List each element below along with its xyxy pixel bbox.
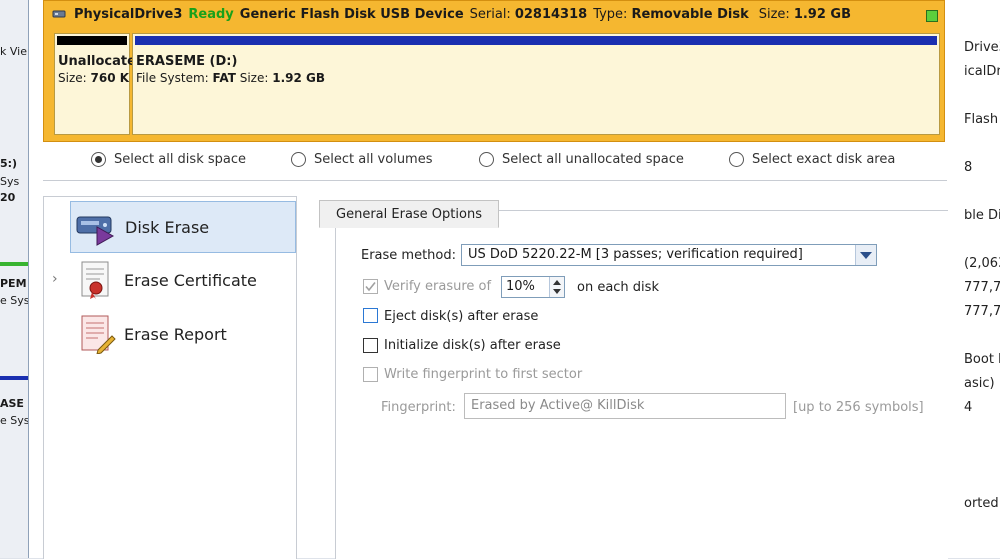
fingerprint-hint: [up to 256 symbols] [793, 400, 924, 415]
bg-text: asic) [964, 376, 995, 391]
bg-text: orted [964, 496, 999, 511]
bg-text: icalDr [964, 64, 1000, 79]
eject-label: Eject disk(s) after erase [384, 309, 539, 324]
drive-header: PhysicalDrive3 Ready Generic Flash Disk US… [74, 7, 857, 27]
divider [43, 180, 947, 181]
volume-bar [57, 36, 127, 45]
verify-checkbox[interactable] [363, 279, 378, 294]
radio-circle [729, 152, 744, 167]
bg-bar [0, 262, 28, 266]
bg-text: Boot R [964, 352, 1000, 367]
nav-label: Erase Certificate [124, 270, 257, 290]
bg-text: 777,72 [964, 304, 1000, 319]
status-led-icon [926, 10, 938, 22]
type-value: Removable Disk [631, 7, 749, 22]
nav-item-erase-certificate[interactable]: Erase Certificate [70, 255, 294, 305]
bg-text: 8 [964, 160, 973, 175]
volume-eraseme[interactable]: ERASEME (D:) File System: FAT Size: 1.92… [132, 33, 940, 135]
bg-text: ASE [0, 397, 24, 410]
bg-text: (2,063 [964, 256, 1000, 271]
radio-circle [479, 152, 494, 167]
bg-text: Sys [0, 175, 20, 188]
bg-text: ble Di [964, 208, 1000, 223]
drive-model: Generic Flash Disk USB Device [239, 7, 464, 22]
write-fingerprint-checkbox[interactable] [363, 367, 378, 382]
erase-method-value: US DoD 5220.22-M [3 passes; verification… [468, 247, 803, 262]
type-label: Type: [593, 7, 628, 22]
radio-circle [91, 152, 106, 167]
report-icon [74, 314, 118, 355]
bg-text: 777,72 [964, 280, 1000, 295]
bg-text: k Vie [0, 45, 27, 58]
fingerprint-label: Fingerprint: [381, 400, 456, 415]
fingerprint-value: Erased by Active@ KillDisk [471, 398, 645, 413]
bg-text: 4 [964, 400, 973, 415]
drive-name: PhysicalDrive3 [74, 7, 183, 22]
eject-checkbox[interactable] [363, 308, 378, 323]
initialize-label: Initialize disk(s) after erase [384, 338, 561, 353]
bg-text: 20 [0, 191, 16, 204]
expand-chevron-icon[interactable]: › [52, 271, 58, 287]
serial-value: 02814318 [514, 7, 588, 22]
bg-text: 5:) [0, 157, 18, 170]
erase-method-select[interactable]: US DoD 5220.22-M [3 passes; verification… [461, 244, 877, 266]
nav-label: Disk Erase [125, 217, 210, 237]
volume-info: Size: 760 K [58, 71, 130, 85]
verify-suffix: on each disk [577, 280, 659, 295]
size-value: 1.92 GB [793, 7, 851, 22]
disk-erase-icon [75, 207, 119, 247]
radio-all-volumes[interactable]: Select all volumes [291, 152, 433, 167]
radio-exact-area[interactable]: Select exact disk area [729, 152, 895, 167]
verify-label: Verify erasure of [384, 279, 492, 294]
initialize-checkbox[interactable] [363, 338, 378, 353]
volume-bar [135, 36, 937, 45]
bg-text: Drive3 [964, 40, 1000, 55]
nav-item-disk-erase[interactable]: Disk Erase [70, 201, 296, 253]
fingerprint-input[interactable]: Erased by Active@ KillDisk [464, 393, 786, 419]
radio-circle [291, 152, 306, 167]
bg-text: e Sys [0, 294, 28, 307]
tab-general-erase-options[interactable]: General Erase Options [319, 200, 499, 228]
selection-mode-group: Select all disk space Select all volumes… [91, 152, 951, 172]
drive-panel[interactable]: PhysicalDrive3 Ready Generic Flash Disk US… [43, 0, 945, 142]
erase-method-label: Erase method: [361, 248, 457, 263]
chevron-down-icon[interactable] [855, 245, 876, 265]
nav-label: Erase Report [124, 324, 227, 344]
bg-text: PEM [0, 277, 27, 290]
drive-icon [52, 7, 66, 21]
volume-info: File System: FAT Size: 1.92 GB [136, 71, 326, 85]
nav-item-erase-report[interactable]: Erase Report [70, 309, 294, 359]
spinner-arrows-icon[interactable] [549, 277, 564, 297]
bg-bar [0, 376, 28, 380]
erase-nav: Disk Erase › Erase Certificate Erase Rep… [43, 196, 297, 559]
radio-all-disk-space[interactable]: Select all disk space [91, 152, 246, 167]
drive-status: Ready [188, 7, 234, 22]
bg-text: e Sys [0, 414, 28, 427]
certificate-icon [74, 260, 118, 300]
serial-label: Serial: [469, 7, 511, 22]
size-label: Size: [758, 7, 790, 22]
radio-all-unallocated[interactable]: Select all unallocated space [479, 152, 684, 167]
erase-dialog: PhysicalDrive3 Ready Generic Flash Disk US… [28, 0, 961, 559]
background-window-right: Drive3 icalDr Flash 8 ble Di (2,063 777,… [960, 0, 1000, 558]
verify-percent-value: 10% [506, 279, 535, 294]
volume-name: ERASEME (D:) [136, 54, 238, 69]
background-window-left: k Vie 5:) Sys 20 PEM e Sys ASE e Sys [0, 0, 29, 558]
verify-percent-spinner[interactable]: 10% [501, 276, 565, 298]
write-fingerprint-label: Write fingerprint to first sector [384, 367, 583, 382]
volume-unallocated[interactable]: Unallocated Size: 760 K [54, 33, 145, 135]
bg-text: Flash [964, 112, 999, 127]
